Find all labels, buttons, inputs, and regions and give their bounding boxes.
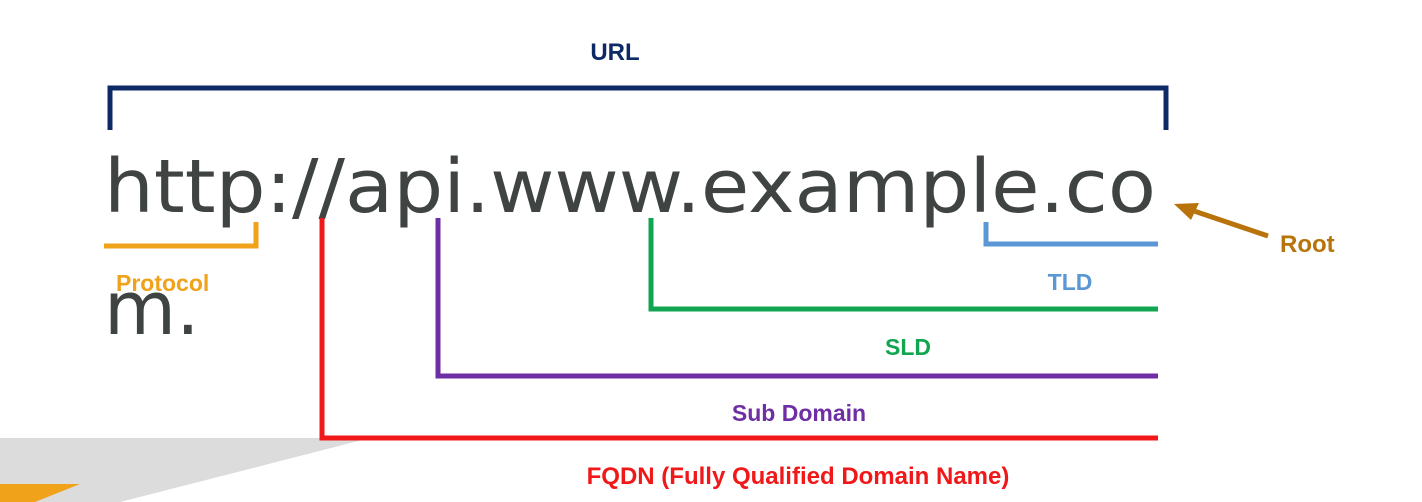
url-bracket (107, 85, 1169, 130)
subdomain-label: Sub Domain (732, 400, 866, 426)
footer-decoration (0, 438, 370, 502)
root-arrow-icon (1174, 203, 1269, 239)
fqdn-label: FQDN (Fully Qualified Domain Name) (587, 463, 1010, 490)
tld-label: TLD (1048, 269, 1093, 295)
url-text-line1: http://api.www.example.co (104, 144, 1156, 230)
root-label: Root (1280, 231, 1335, 258)
sld-bracket (648, 218, 1158, 312)
url-anatomy-diagram: URL http://api.www.example.co m. Protoco… (0, 39, 1335, 502)
protocol-label: Protocol (116, 270, 209, 296)
sld-label: SLD (885, 334, 931, 360)
url-label: URL (590, 39, 639, 66)
